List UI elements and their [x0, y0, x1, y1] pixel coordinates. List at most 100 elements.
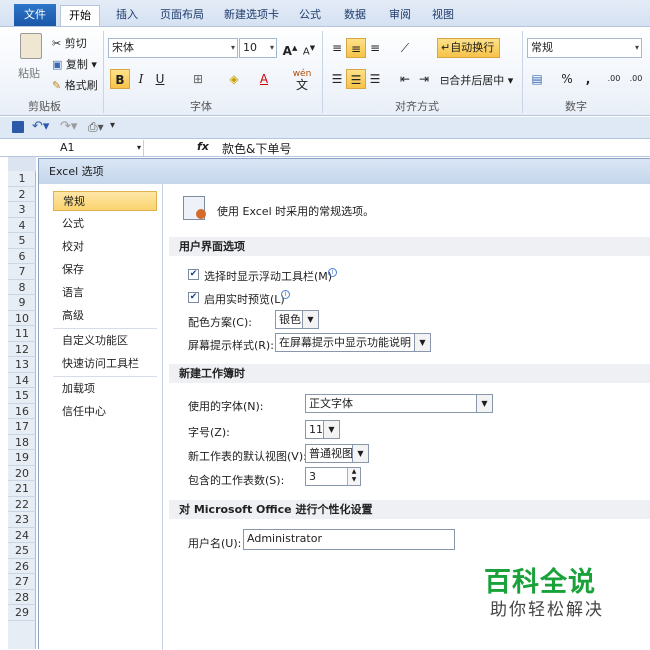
row-header[interactable]: 28 — [8, 590, 36, 605]
row-header[interactable]: 10 — [8, 311, 36, 326]
shrink-font-button[interactable]: A▼ — [299, 38, 319, 58]
row-header[interactable]: 11 — [8, 326, 36, 342]
phonetic-button[interactable]: wén 文 — [290, 69, 314, 93]
row-header[interactable]: 6 — [8, 249, 36, 264]
tab-new-tab[interactable]: 新建选项卡 — [216, 5, 287, 26]
border-icon[interactable]: ⊞ — [188, 69, 208, 89]
row-header[interactable]: 22 — [8, 497, 36, 512]
row-header[interactable]: 16 — [8, 404, 36, 419]
font-color-icon[interactable]: A — [254, 69, 274, 89]
align-center-icon[interactable]: ☰ — [346, 69, 366, 89]
insert-function-button[interactable]: fx — [197, 140, 209, 153]
font-name-select[interactable]: 宋体 ▾ — [108, 38, 238, 58]
tab-data[interactable]: 数据 — [336, 5, 374, 26]
tab-page-layout[interactable]: 页面布局 — [152, 5, 212, 26]
underline-button[interactable]: U — [150, 69, 170, 89]
nav-item-trust-center[interactable]: 信任中心 — [53, 402, 157, 422]
tab-insert[interactable]: 插入 — [108, 5, 146, 26]
align-bottom-icon[interactable]: ≡ — [365, 38, 385, 58]
nav-item-proofing[interactable]: 校对 — [53, 237, 157, 257]
row-header[interactable]: 13 — [8, 357, 36, 373]
row-header[interactable]: 14 — [8, 373, 36, 388]
print-preview-icon[interactable]: ⎙▾ — [88, 120, 104, 135]
percent-button[interactable]: % — [557, 69, 577, 89]
align-middle-icon[interactable]: ≡ — [346, 38, 366, 58]
increase-indent-icon[interactable]: ⇥ — [414, 69, 434, 89]
align-right-icon[interactable]: ☰ — [365, 69, 385, 89]
wrap-text-button[interactable]: ↵自动换行 — [437, 38, 500, 58]
row-header[interactable]: 21 — [8, 481, 36, 497]
row-header[interactable]: 19 — [8, 450, 36, 466]
row-header[interactable]: 8 — [8, 280, 36, 295]
copy-button[interactable]: ▣ 复制 ▾ — [52, 56, 97, 72]
paste-icon[interactable] — [20, 33, 42, 59]
row-header[interactable]: 29 — [8, 605, 36, 621]
row-header[interactable]: 5 — [8, 233, 36, 249]
screentip-style-select[interactable]: 在屏幕提示中显示功能说明 ▼ — [275, 333, 431, 352]
tab-home[interactable]: 开始 — [60, 5, 100, 26]
row-header[interactable]: 15 — [8, 388, 36, 404]
number-format-select[interactable]: 常规 ▾ — [527, 38, 642, 58]
row-header[interactable]: 2 — [8, 187, 36, 202]
color-scheme-select[interactable]: 银色 ▼ — [275, 310, 319, 329]
row-header[interactable]: 23 — [8, 512, 36, 528]
format-painter-button[interactable]: ✎ 格式刷 — [52, 77, 98, 93]
nav-item-quick-access-toolbar[interactable]: 快速访问工具栏 — [53, 354, 157, 374]
nav-item-save[interactable]: 保存 — [53, 260, 157, 280]
row-header[interactable]: 27 — [8, 574, 36, 590]
font-size-option-select[interactable]: 11 ▼ — [305, 420, 340, 439]
orientation-icon[interactable]: ⟋ — [395, 38, 415, 58]
username-input[interactable]: Administrator — [243, 529, 455, 550]
nav-item-customize-ribbon[interactable]: 自定义功能区 — [53, 331, 157, 351]
row-header[interactable]: 1 — [8, 171, 36, 187]
undo-icon[interactable]: ↶▾ — [32, 119, 49, 134]
formula-input[interactable]: 款色&下单号 — [222, 140, 291, 157]
row-header[interactable]: 4 — [8, 218, 36, 233]
grow-font-button[interactable]: A▲ — [280, 38, 300, 58]
mini-toolbar-checkbox[interactable]: ✔ — [188, 269, 199, 280]
currency-icon[interactable]: ▤ — [527, 69, 547, 89]
row-header[interactable]: 9 — [8, 295, 36, 311]
cut-button[interactable]: ✂ 剪切 — [52, 35, 87, 51]
nav-item-formulas[interactable]: 公式 — [53, 214, 157, 234]
save-icon[interactable] — [12, 121, 24, 133]
nav-item-language[interactable]: 语言 — [53, 283, 157, 303]
paste-button[interactable]: 粘贴 — [18, 65, 40, 81]
row-header[interactable]: 17 — [8, 419, 36, 435]
decrease-decimal-button[interactable]: .00 — [626, 69, 646, 89]
align-top-icon[interactable]: ≡ — [327, 38, 347, 58]
merge-center-button[interactable]: ⊟合并后居中 ▾ — [440, 72, 513, 88]
tab-formulas[interactable]: 公式 — [291, 5, 329, 26]
select-all-corner[interactable] — [8, 157, 36, 171]
live-preview-checkbox[interactable]: ✔ — [188, 292, 199, 303]
row-header[interactable]: 18 — [8, 435, 36, 450]
row-header[interactable]: 26 — [8, 559, 36, 574]
row-header[interactable]: 3 — [8, 202, 36, 218]
customize-qat-icon[interactable]: ▾ — [110, 120, 115, 131]
font-size-select[interactable]: 10 ▾ — [239, 38, 277, 58]
row-header[interactable]: 20 — [8, 466, 36, 481]
row-header[interactable]: 25 — [8, 543, 36, 559]
row-header[interactable]: 24 — [8, 528, 36, 543]
fill-color-icon[interactable]: ◈ — [224, 69, 244, 89]
align-left-icon[interactable]: ☰ — [327, 69, 347, 89]
comma-button[interactable]: , — [578, 69, 598, 89]
tab-view[interactable]: 视图 — [424, 5, 462, 26]
row-header[interactable]: 7 — [8, 264, 36, 280]
sheet-count-spinner[interactable]: 3 ▲ ▼ — [305, 467, 361, 486]
nav-item-general[interactable]: 常规 — [53, 191, 157, 211]
increase-decimal-button[interactable]: .00 — [604, 69, 624, 89]
default-view-select[interactable]: 普通视图 ▼ — [305, 444, 369, 463]
tab-review[interactable]: 审阅 — [381, 5, 419, 26]
nav-item-add-ins[interactable]: 加载项 — [53, 379, 157, 399]
decrease-indent-icon[interactable]: ⇤ — [395, 69, 415, 89]
row-header[interactable]: 12 — [8, 342, 36, 357]
spinner-arrows-icon[interactable]: ▲ ▼ — [347, 468, 360, 485]
nav-item-advanced[interactable]: 高级 — [53, 306, 157, 326]
name-box[interactable]: A1 ▾ — [8, 140, 144, 156]
bold-button[interactable]: B — [110, 69, 130, 89]
default-font-select[interactable]: 正文字体 ▼ — [305, 394, 493, 413]
tab-file[interactable]: 文件 — [14, 4, 56, 26]
italic-button[interactable]: I — [131, 69, 151, 89]
redo-icon[interactable]: ↷▾ — [60, 119, 77, 134]
